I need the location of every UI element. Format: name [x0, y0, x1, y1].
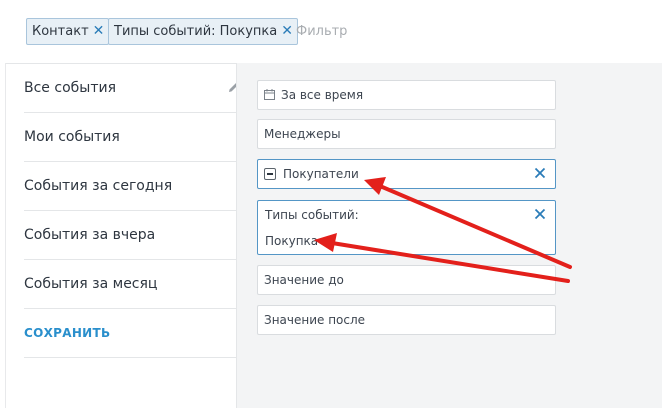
buyers-value: Покупатели [283, 167, 359, 181]
value-after-placeholder: Значение после [264, 313, 366, 327]
close-icon[interactable]: ✕ [93, 23, 105, 39]
menu-item-label: Мои события [24, 129, 120, 145]
menu-item-events-yesterday[interactable]: События за вчера [24, 211, 247, 260]
chip-label: Типы событий: Покупка [114, 24, 278, 39]
filter-panel: За все время Менеджеры Покупатели Типы с… [236, 63, 662, 408]
menu-item-all-events[interactable]: Все события [24, 64, 247, 113]
date-range-value: За все время [281, 88, 364, 102]
date-range-field[interactable]: За все время [257, 80, 556, 110]
filter-bar: Контакт ✕ Типы событий: Покупка ✕ Фильтр [0, 0, 662, 64]
value-after-field[interactable]: Значение после [257, 305, 556, 335]
minus-checkbox-icon[interactable] [264, 167, 276, 180]
value-to-placeholder: Значение до [264, 273, 344, 287]
event-types-field[interactable]: Типы событий: Покупка [257, 200, 556, 255]
menu-item-label: События за вчера [24, 227, 156, 243]
saved-filters-menu: Все события Мои события События за сегод… [24, 64, 247, 358]
menu-item-label: Все события [24, 80, 116, 96]
left-edge-divider [0, 63, 6, 408]
menu-item-events-today[interactable]: События за сегодня [24, 162, 247, 211]
menu-item-label: События за месяц [24, 276, 158, 292]
event-types-value: Покупка [265, 234, 319, 248]
save-button[interactable]: СОХРАНИТЬ [24, 309, 247, 358]
close-icon[interactable] [534, 208, 546, 220]
menu-item-events-month[interactable]: События за месяц [24, 260, 247, 309]
managers-placeholder: Менеджеры [264, 127, 341, 141]
value-to-field[interactable]: Значение до [257, 265, 556, 295]
close-icon[interactable]: ✕ [281, 23, 293, 39]
calendar-icon [264, 89, 275, 100]
event-types-label: Типы событий: [265, 208, 359, 222]
filter-chip-contact[interactable]: Контакт ✕ [26, 18, 110, 45]
menu-item-my-events[interactable]: Мои события [24, 113, 247, 162]
buyers-field[interactable]: Покупатели [257, 159, 556, 189]
menu-item-label: События за сегодня [24, 178, 173, 194]
chip-label: Контакт [32, 24, 89, 39]
managers-field[interactable]: Менеджеры [257, 119, 556, 149]
close-icon[interactable] [534, 167, 546, 179]
filter-chip-event-types[interactable]: Типы событий: Покупка ✕ [108, 18, 298, 45]
filter-input[interactable]: Фильтр [296, 18, 347, 45]
